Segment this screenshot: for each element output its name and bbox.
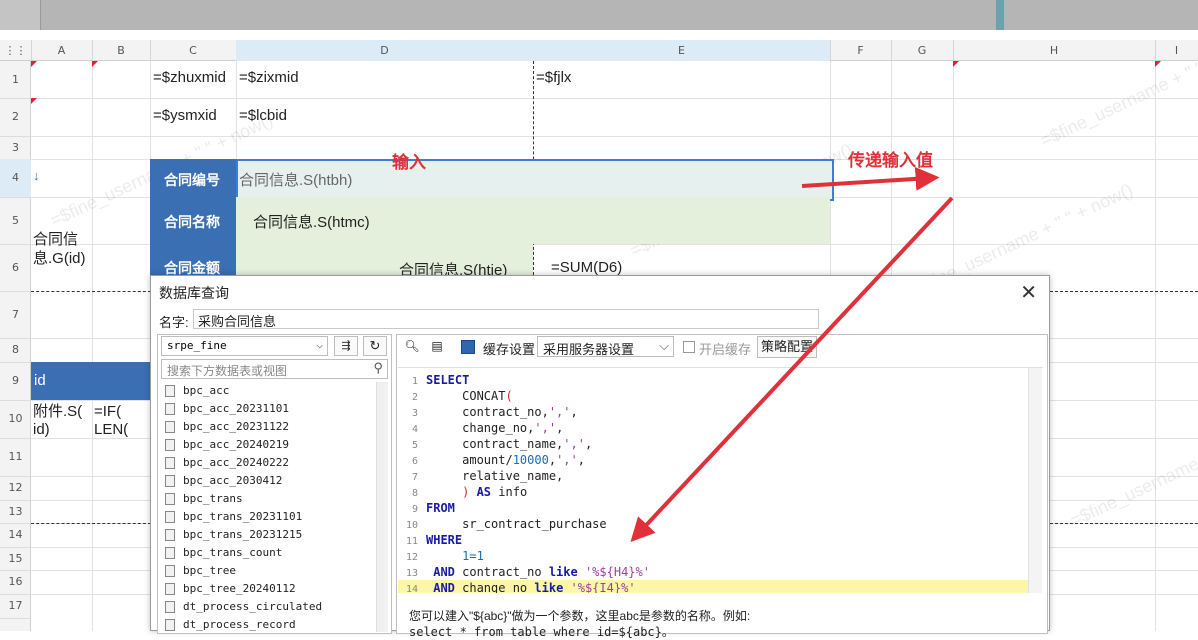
arrow-pass-value [801, 166, 940, 191]
arrow-query [630, 196, 954, 543]
annotation-arrows [630, 166, 954, 543]
